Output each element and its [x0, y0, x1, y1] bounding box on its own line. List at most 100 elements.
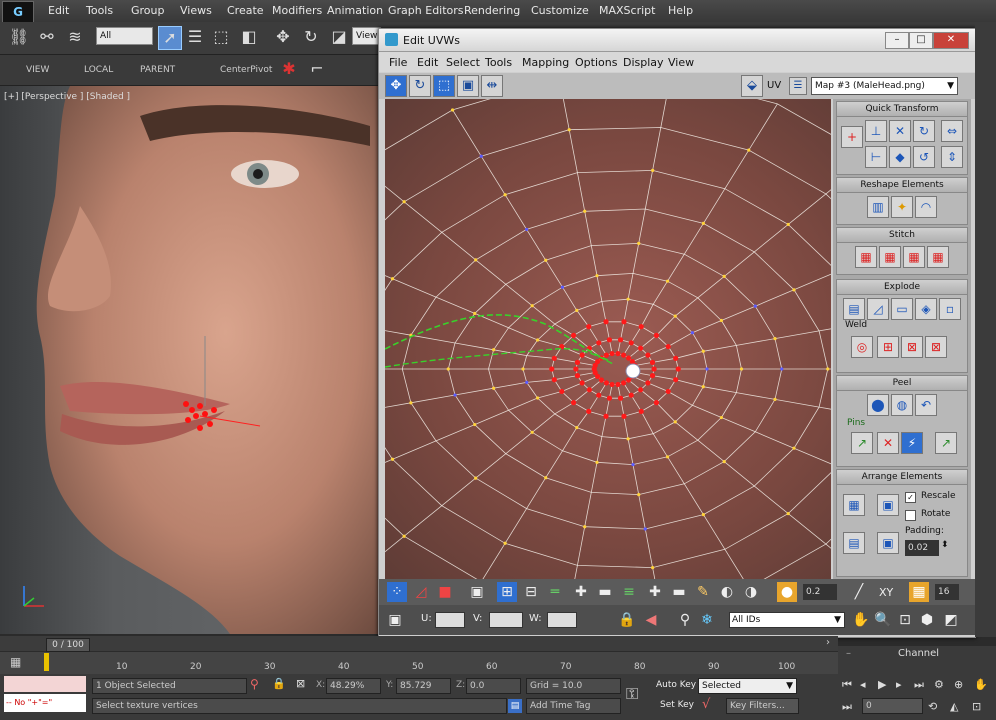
uv-menu-display[interactable]: Display: [623, 56, 664, 69]
pivot-icon[interactable]: ⌐: [306, 58, 328, 80]
lock-selection-icon[interactable]: 🔒: [617, 610, 637, 630]
paint-select-icon[interactable]: ✎: [693, 582, 713, 602]
isolate-icon[interactable]: ⚲: [250, 677, 259, 691]
uv-label[interactable]: UV: [767, 80, 781, 91]
perspective-viewport[interactable]: [+] [Perspective ] [Shaded ]: [0, 86, 380, 634]
local-button[interactable]: LOCAL: [84, 65, 113, 75]
collapse-icon[interactable]: –: [846, 648, 851, 659]
relax-until-flat-icon[interactable]: ◠: [915, 196, 937, 218]
orbit-icon[interactable]: ⟲: [928, 700, 937, 713]
filter-icon[interactable]: ❄: [697, 610, 717, 630]
unlink-icon[interactable]: ⚯: [36, 26, 58, 48]
scale-icon[interactable]: ◪: [328, 26, 350, 48]
detach-edge-icon[interactable]: ◿: [867, 298, 889, 320]
zoom-icon[interactable]: 🔍: [873, 610, 893, 630]
select-pinned-icon[interactable]: ↗: [935, 432, 957, 454]
x-coordinate[interactable]: 48.29%: [326, 678, 381, 694]
straighten-selection-icon[interactable]: ✦: [891, 196, 913, 218]
uv-checker-icon[interactable]: ⬙: [741, 75, 763, 97]
uv-menu-file[interactable]: File: [389, 56, 407, 69]
ring-icon[interactable]: ═: [545, 582, 565, 602]
auto-pin-icon[interactable]: ⚡: [901, 432, 923, 454]
loop-icon[interactable]: ≡: [619, 582, 639, 602]
select-element-icon[interactable]: ▣: [467, 582, 487, 602]
explode-header[interactable]: Explode: [837, 280, 967, 295]
key-filters-button[interactable]: Key Filters...: [726, 698, 799, 714]
menu-animation[interactable]: Animation: [327, 4, 383, 17]
uv-menu-view[interactable]: View: [668, 56, 694, 69]
current-frame-input[interactable]: 0: [862, 698, 923, 714]
track-bar[interactable]: ▦ 10 20 30 40 50 60 70 80 90 100: [0, 652, 838, 674]
menu-tools[interactable]: Tools: [86, 4, 113, 17]
view-button[interactable]: VIEW: [26, 65, 49, 75]
grow-ring-icon[interactable]: ✚: [571, 582, 591, 602]
uv-freeform-icon[interactable]: ▣: [457, 75, 479, 97]
menu-modifiers[interactable]: Modifiers: [272, 4, 322, 17]
stitch-target-icon[interactable]: ▦: [879, 246, 901, 268]
mini-curve-editor-icon[interactable]: ▦: [10, 655, 21, 669]
next-frame-icon[interactable]: ▸: [896, 678, 902, 691]
menu-graph-editors[interactable]: Graph Editors: [388, 4, 464, 17]
straighten-icon[interactable]: ◆: [889, 146, 911, 168]
weld-target-icon[interactable]: ◎: [851, 336, 873, 358]
snap-count-input[interactable]: 16: [935, 584, 959, 600]
break-icon[interactable]: ▤: [843, 298, 865, 320]
move-icon[interactable]: ✥: [272, 26, 294, 48]
weld-selected-icon[interactable]: ⊞: [877, 336, 899, 358]
rotate-checkbox[interactable]: [905, 510, 916, 521]
quick-transform-header[interactable]: Quick Transform: [837, 102, 967, 117]
stitch-source-icon[interactable]: ▦: [927, 246, 949, 268]
rotate-icon[interactable]: ↻: [300, 26, 322, 48]
bug-icon[interactable]: ✱: [278, 58, 300, 80]
center-pivot-button[interactable]: CenterPivot: [220, 65, 272, 75]
absolute-mode-icon[interactable]: ⊠: [296, 677, 305, 690]
xy-toggle[interactable]: XY: [879, 586, 893, 599]
menu-views[interactable]: Views: [180, 4, 212, 17]
hide-icon[interactable]: ◀: [641, 610, 661, 630]
maximize-viewport-icon[interactable]: ⊡: [972, 700, 981, 713]
parent-button[interactable]: PARENT: [140, 65, 175, 75]
menu-customize[interactable]: Customize: [531, 4, 589, 17]
zoom-extents-icon[interactable]: ⬢: [917, 610, 937, 630]
z-coordinate[interactable]: 0.0: [466, 678, 521, 694]
time-tag-icon[interactable]: ▤: [508, 699, 522, 713]
maxscript-listener-top[interactable]: [4, 676, 86, 692]
pixel-snap-icon[interactable]: ▦: [909, 582, 929, 602]
uv-menu-tools[interactable]: Tools: [485, 56, 512, 69]
enlarge-brush-icon[interactable]: ◐: [717, 582, 737, 602]
zoom-viewport-icon[interactable]: ⊕: [954, 678, 963, 691]
select-by-name-icon[interactable]: ☰: [184, 26, 206, 48]
add-icon[interactable]: +: [841, 126, 863, 148]
peel-mode-icon[interactable]: ◍: [891, 394, 913, 416]
minimize-icon[interactable]: –: [885, 32, 909, 49]
uv-options-icon[interactable]: ☰: [789, 77, 807, 95]
pack-together-icon[interactable]: ▤: [843, 532, 865, 554]
uv-editor-canvas[interactable]: [385, 99, 831, 579]
time-config-icon[interactable]: ⚙: [934, 678, 944, 691]
menu-help[interactable]: Help: [668, 4, 693, 17]
uv-scale-icon[interactable]: ⬚: [433, 75, 455, 97]
link-icon[interactable]: ⛓: [8, 26, 30, 48]
align-horizontal-icon[interactable]: ⊥: [865, 120, 887, 142]
pack-rescale-icon[interactable]: ▣: [877, 532, 899, 554]
reference-coordinate-dropdown[interactable]: View: [352, 27, 381, 45]
select-vertex-icon[interactable]: ⁘: [387, 582, 407, 602]
unpin-selected-icon[interactable]: ✕: [877, 432, 899, 454]
zoom-region-icon[interactable]: ⊡: [895, 610, 915, 630]
padding-spinner-icon[interactable]: ⬍: [941, 540, 949, 550]
maximize-icon[interactable]: □: [909, 32, 933, 49]
key-mode-dropdown[interactable]: Selected ▼: [698, 678, 797, 694]
channel-header[interactable]: – Channel: [838, 646, 996, 662]
shrink-brush-icon[interactable]: ◑: [741, 582, 761, 602]
zoom-extents-selected-icon[interactable]: ◩: [941, 610, 961, 630]
v-input[interactable]: [489, 612, 523, 628]
auto-key-button[interactable]: Auto Key: [656, 680, 696, 690]
frame-counter[interactable]: 0 / 100: [46, 638, 90, 652]
add-time-tag-button[interactable]: Add Time Tag: [526, 698, 621, 714]
window-crossing-icon[interactable]: ◧: [238, 26, 260, 48]
next-frame-icon[interactable]: ›: [826, 637, 830, 648]
uv-mirror-icon[interactable]: ⇹: [481, 75, 503, 97]
uv-menu-select[interactable]: Select: [446, 56, 480, 69]
weld-all-selected-icon[interactable]: ⊠: [901, 336, 923, 358]
flatten-by-material-icon[interactable]: ▫: [939, 298, 961, 320]
